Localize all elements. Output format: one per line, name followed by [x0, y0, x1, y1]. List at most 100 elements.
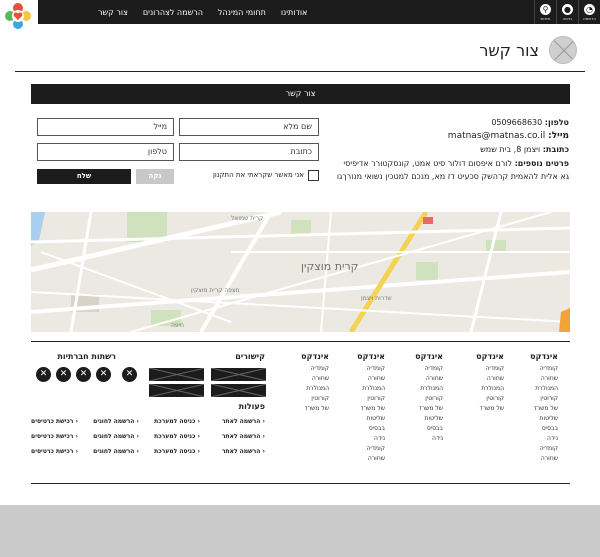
footer-index-column-5: אינדקס קומדיה שחורה המנולרת קורוטין של מ…	[289, 352, 329, 414]
page-image-placeholder	[549, 36, 577, 64]
main-menu: אודותינו תחומי המינהל הרשמה לצהרונים צור…	[98, 8, 307, 17]
footer-link[interactable]: קומדיה	[518, 364, 558, 374]
footer-link[interactable]: קורוטין	[289, 394, 329, 404]
action-link-register-classes[interactable]: ‹ הרשמה לחוגים	[93, 433, 139, 440]
footer-link[interactable]: שליטות	[518, 414, 558, 424]
footer-link[interactable]: המנולרת	[464, 384, 504, 394]
footer-link[interactable]: שליטות	[345, 414, 385, 424]
details-line: פרטים נוספים: לורם איפסום דולור סיט אמט,…	[343, 158, 569, 168]
search-icon: ⚲	[540, 3, 551, 15]
action-link-register-site[interactable]: ‹ הרשמה לאתר	[222, 433, 265, 440]
footer-link[interactable]: קומדיה	[345, 364, 385, 374]
footer-link[interactable]: שחורה	[345, 454, 385, 464]
footer-link[interactable]: של משרד	[464, 404, 504, 414]
footer-link[interactable]: קומדיה	[518, 444, 558, 454]
top-navigation-bar: ◔ הרשמה ● כניסה ⚲ חיפוש אודותינו תחומי ה…	[38, 0, 600, 24]
footer-link[interactable]: שחורה	[403, 374, 443, 384]
action-link-login[interactable]: ‹ כניסה למערכת	[154, 448, 200, 455]
link-banner[interactable]	[211, 384, 266, 397]
section-title-bar: צור קשר	[31, 84, 570, 104]
action-link-buy-tickets[interactable]: ‹ רכישת כרטיסים	[31, 418, 78, 425]
footer-link[interactable]: המנולרת	[403, 384, 443, 394]
footer-link[interactable]: של משרד	[518, 404, 558, 414]
footer-link[interactable]: קומדיה	[464, 364, 504, 374]
footer-link[interactable]: נידה	[518, 434, 558, 444]
location-map[interactable]: קרית מוצקין שדרות ויצמן מצפה קרית מוצקין…	[31, 212, 570, 332]
email-input[interactable]: מייל	[37, 118, 174, 136]
footer-link[interactable]: המנולרת	[518, 384, 558, 394]
nav-contact[interactable]: צור קשר	[98, 8, 128, 17]
link-banner[interactable]	[149, 368, 204, 381]
footer-link[interactable]: שחורה	[289, 374, 329, 384]
nav-after-school-registration[interactable]: הרשמה לצהרונים	[143, 8, 203, 17]
footer-link[interactable]: שחורה	[518, 374, 558, 384]
consent-checkbox[interactable]	[308, 169, 319, 181]
user-icon: ●	[562, 3, 573, 15]
footer-link[interactable]: שחורה	[464, 374, 504, 384]
footer-link[interactable]: קומדיה	[289, 364, 329, 374]
action-link-login[interactable]: ‹ כניסה למערכת	[154, 433, 200, 440]
fullname-input[interactable]: שם מלא	[179, 118, 319, 136]
link-banner[interactable]	[211, 368, 266, 381]
footer-link[interactable]: נידה	[403, 434, 443, 444]
footer-index-column-1: אינדקס קומדיה שחורה המנולרת קורוטין של מ…	[518, 352, 558, 464]
footer-link[interactable]: שחורה	[345, 374, 385, 384]
map-label-kiryat-shmuel: קרית שמואל	[231, 215, 263, 222]
footer-link[interactable]: קומדיה	[345, 444, 385, 454]
footer-link[interactable]: נידה	[345, 434, 385, 444]
footer-link[interactable]: קורוטין	[518, 394, 558, 404]
footer-link[interactable]: קורוטין	[403, 394, 443, 404]
email-link[interactable]: matnas@matnas.co.il	[448, 131, 545, 141]
footer-link[interactable]: של משרד	[289, 404, 329, 414]
site-logo[interactable]	[3, 1, 33, 31]
footer-link[interactable]: בבסיס	[345, 424, 385, 434]
clear-button[interactable]: נקה	[136, 169, 174, 184]
divider	[31, 483, 570, 484]
actions-title: פעולות	[238, 402, 265, 411]
search-button[interactable]: ⚲ חיפוש	[534, 0, 556, 24]
link-banner[interactable]	[149, 384, 204, 397]
map-label-kiryat-motzkin: קרית מוצקין	[301, 260, 358, 273]
page-header: צור קשר	[479, 36, 577, 64]
contact-info: טלפון: 0509668630 מייל: matnas@matnas.co…	[329, 116, 569, 184]
action-link-buy-tickets[interactable]: ‹ רכישת כרטיסים	[31, 448, 78, 455]
registration-icon: ◔	[584, 3, 595, 15]
map-label-haifa: חיפה	[171, 322, 184, 329]
consent-row: אני מאשר שקראתי את התקנון	[207, 169, 319, 181]
social-network-icon[interactable]: ✕	[36, 367, 51, 382]
login-button[interactable]: ● כניסה	[556, 0, 578, 24]
action-link-register-site[interactable]: ‹ הרשמה לאתר	[222, 418, 265, 425]
footer-link[interactable]: המנולרת	[289, 384, 329, 394]
phone-line: טלפון: 0509668630	[491, 118, 569, 127]
footer-link[interactable]: בבסיס	[403, 424, 443, 434]
nav-about[interactable]: אודותינו	[281, 8, 308, 17]
social-network-icon[interactable]: ✕	[122, 367, 137, 382]
footer-index-column-3: אינדקס קומדיה שחורה המנולרת קורוטין של מ…	[403, 352, 443, 444]
action-link-buy-tickets[interactable]: ‹ רכישת כרטיסים	[31, 433, 78, 440]
action-link-register-classes[interactable]: ‹ הרשמה לחוגים	[93, 418, 139, 425]
footer-link[interactable]: בבסיס	[518, 424, 558, 434]
footer-link[interactable]: קומדיה	[403, 364, 443, 374]
send-button[interactable]: שלח	[37, 169, 131, 184]
address-line: כתובת: ויצמן 8, בית שמש	[480, 145, 569, 154]
phone-input[interactable]: טלפון	[37, 143, 174, 161]
registration-button[interactable]: ◔ הרשמה	[578, 0, 600, 24]
social-network-icon[interactable]: ✕	[56, 367, 71, 382]
footer-link[interactable]: שליטות	[403, 414, 443, 424]
action-link-register-site[interactable]: ‹ הרשמה לאתר	[222, 448, 265, 455]
footer-link[interactable]: המנולרת	[345, 384, 385, 394]
footer-link[interactable]: של משרד	[403, 404, 443, 414]
footer-link[interactable]: קורוטין	[345, 394, 385, 404]
footer-link[interactable]: שחורה	[518, 454, 558, 464]
nav-domains[interactable]: תחומי המינהל	[218, 8, 266, 17]
footer-index-column-2: אינדקס קומדיה שחורה המנולרת קורוטין של מ…	[464, 352, 504, 414]
social-network-icon[interactable]: ✕	[76, 367, 91, 382]
address-input[interactable]: כתובת	[179, 143, 319, 161]
action-link-login[interactable]: ‹ כניסה למערכת	[154, 418, 200, 425]
footer-link[interactable]: קורוטין	[464, 394, 504, 404]
action-link-register-classes[interactable]: ‹ הרשמה לחוגים	[93, 448, 139, 455]
email-line: מייל: matnas@matnas.co.il	[447, 130, 569, 141]
footer-link[interactable]: של משרד	[345, 404, 385, 414]
social-title: רשתות חברתיות	[57, 352, 116, 361]
social-network-icon[interactable]: ✕	[96, 367, 111, 382]
